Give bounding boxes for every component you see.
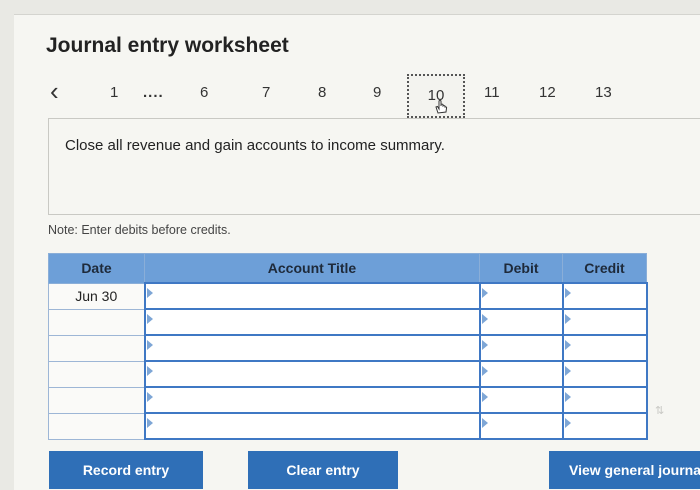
- page-title: Journal entry worksheet: [46, 34, 289, 57]
- header-date: Date: [48, 253, 145, 284]
- record-entry-button[interactable]: Record entry: [49, 451, 203, 489]
- page-link-10-active[interactable]: 10: [407, 74, 465, 118]
- note-text: Note: Enter debits before credits.: [48, 223, 231, 237]
- header-credit: Credit: [562, 253, 647, 284]
- credit-input[interactable]: [561, 360, 648, 388]
- debit-input[interactable]: [478, 282, 564, 310]
- table-row: [48, 386, 648, 414]
- date-cell: Jun 30: [48, 282, 145, 310]
- page-link-6[interactable]: 6: [200, 84, 208, 101]
- date-cell: [48, 308, 145, 336]
- page-link-13[interactable]: 13: [595, 84, 612, 101]
- debit-input[interactable]: [478, 308, 564, 336]
- table-row: [48, 412, 648, 440]
- date-cell: [48, 360, 145, 388]
- pager: ‹ 1 .... 6 7 8 9 10 11 12 13: [42, 74, 642, 118]
- account-title-input[interactable]: [143, 412, 481, 440]
- date-cell: [48, 334, 145, 362]
- scroll-hint-icon: ⇅: [655, 405, 665, 417]
- header-account-title: Account Title: [144, 253, 480, 284]
- prompt-text: Close all revenue and gain accounts to i…: [65, 137, 445, 154]
- page-link-9[interactable]: 9: [373, 84, 381, 101]
- account-title-input[interactable]: [143, 334, 481, 362]
- debit-input[interactable]: [478, 386, 564, 414]
- page-link-7[interactable]: 7: [262, 84, 270, 101]
- credit-input[interactable]: [561, 308, 648, 336]
- account-title-input[interactable]: [143, 282, 481, 310]
- debit-input[interactable]: [478, 412, 564, 440]
- credit-input[interactable]: [561, 282, 648, 310]
- page-link-1[interactable]: 1: [110, 84, 118, 101]
- clear-entry-button[interactable]: Clear entry: [248, 451, 398, 489]
- hand-pointer-icon: [435, 100, 448, 114]
- date-cell: [48, 386, 145, 414]
- debit-input[interactable]: [478, 334, 564, 362]
- credit-input[interactable]: [561, 386, 648, 414]
- credit-input[interactable]: [561, 412, 648, 440]
- table-row: [48, 334, 648, 362]
- page-ellipsis: ....: [143, 84, 164, 101]
- table-row: Jun 30: [48, 282, 648, 310]
- account-title-input[interactable]: [143, 386, 481, 414]
- account-title-input[interactable]: [143, 308, 481, 336]
- credit-input[interactable]: [561, 334, 648, 362]
- journal-table: Date Account Title Debit Credit Jun 30: [48, 253, 648, 440]
- table-row: [48, 360, 648, 388]
- journal-header-row: Date Account Title Debit Credit: [48, 253, 647, 284]
- date-cell: [48, 412, 145, 440]
- page-link-8[interactable]: 8: [318, 84, 326, 101]
- page-link-11[interactable]: 11: [484, 84, 500, 101]
- header-debit: Debit: [479, 253, 563, 284]
- prompt-box: Close all revenue and gain accounts to i…: [48, 118, 700, 215]
- view-general-journal-button[interactable]: View general journal: [549, 451, 700, 489]
- chevron-left-icon[interactable]: ‹: [50, 78, 59, 104]
- table-row: [48, 308, 648, 336]
- account-title-input[interactable]: [143, 360, 481, 388]
- page-link-12[interactable]: 12: [539, 84, 556, 101]
- debit-input[interactable]: [478, 360, 564, 388]
